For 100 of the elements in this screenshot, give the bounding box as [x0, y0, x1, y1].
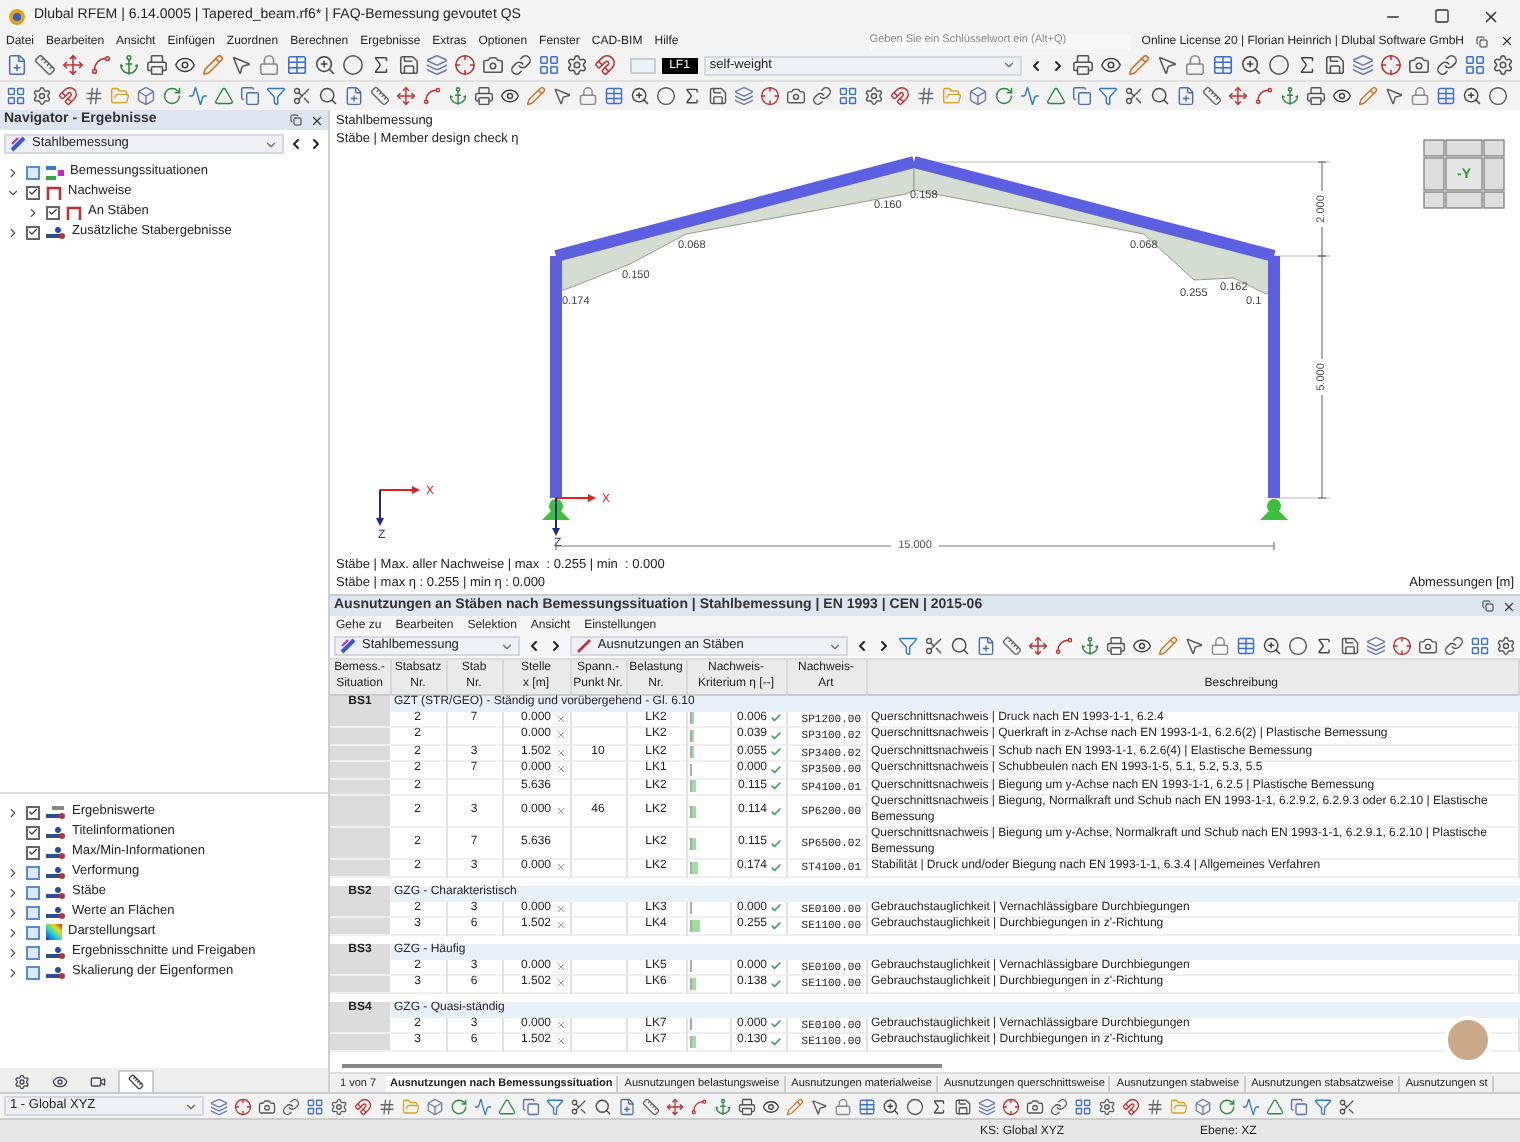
search-icon[interactable]	[318, 86, 338, 106]
checkbox[interactable]	[26, 885, 40, 899]
chevron-right-icon[interactable]	[26, 205, 40, 219]
link-icon[interactable]	[1444, 636, 1464, 656]
printer-icon[interactable]	[1072, 54, 1094, 76]
filter-icon[interactable]	[266, 86, 286, 106]
next-icon[interactable]	[1050, 57, 1066, 73]
settings-icon[interactable]	[32, 86, 52, 106]
chevron-right-icon[interactable]	[6, 225, 20, 239]
chevron-right-icon[interactable]	[6, 805, 20, 819]
triangle-icon[interactable]	[1266, 1097, 1284, 1115]
previous-icon[interactable]	[288, 136, 304, 152]
scissors-icon[interactable]	[292, 86, 312, 106]
magnet-icon[interactable]	[594, 54, 616, 76]
move-icon[interactable]	[396, 86, 416, 106]
next-icon[interactable]	[547, 638, 564, 654]
table-icon[interactable]	[1236, 636, 1256, 656]
move-icon[interactable]	[1028, 636, 1048, 656]
magnet-icon[interactable]	[354, 1097, 372, 1115]
link-icon[interactable]	[1436, 54, 1458, 76]
ruler-icon[interactable]	[642, 1097, 660, 1115]
grid-icon[interactable]	[1464, 54, 1486, 76]
chevron-right-icon[interactable]	[6, 865, 20, 879]
new-file-icon[interactable]	[976, 636, 996, 656]
anchor-icon[interactable]	[714, 1097, 732, 1115]
checkbox[interactable]	[26, 825, 40, 839]
hash-icon[interactable]	[916, 86, 936, 106]
chevron-right-icon[interactable]	[6, 965, 20, 979]
cube-icon[interactable]	[968, 86, 988, 106]
link-icon[interactable]	[510, 54, 532, 76]
printer-icon[interactable]	[474, 86, 494, 106]
anchor-icon[interactable]	[1080, 636, 1100, 656]
settings-icon[interactable]	[330, 1097, 348, 1115]
lock-icon[interactable]	[1410, 86, 1430, 106]
checkbox[interactable]	[26, 905, 40, 919]
camera-icon[interactable]	[258, 1097, 276, 1115]
previous-icon[interactable]	[1028, 57, 1044, 73]
checkbox[interactable]	[26, 165, 40, 179]
crosshair-icon[interactable]	[1392, 636, 1412, 656]
grid-icon[interactable]	[1074, 1097, 1092, 1115]
hash-icon[interactable]	[378, 1097, 396, 1115]
checkbox[interactable]	[26, 965, 40, 979]
link-icon[interactable]	[1050, 1097, 1068, 1115]
next-icon[interactable]	[876, 638, 892, 654]
table-icon[interactable]	[858, 1097, 876, 1115]
pulse-icon[interactable]	[1242, 1097, 1260, 1115]
zoom-in-icon[interactable]	[1462, 86, 1482, 106]
circle-icon[interactable]	[342, 54, 364, 76]
copy-icon[interactable]	[1072, 86, 1092, 106]
camera-icon[interactable]	[1408, 54, 1430, 76]
grid-icon[interactable]	[6, 86, 26, 106]
chevron-right-icon[interactable]	[6, 925, 20, 939]
printer-icon[interactable]	[738, 1097, 756, 1115]
save-icon[interactable]	[398, 54, 420, 76]
triangle-icon[interactable]	[498, 1097, 516, 1115]
close-icon[interactable]	[1500, 34, 1514, 48]
move-icon[interactable]	[62, 54, 84, 76]
checkbox[interactable]	[26, 945, 40, 959]
magnet-icon[interactable]	[1122, 1097, 1140, 1115]
eye-icon[interactable]	[500, 86, 520, 106]
save-icon[interactable]	[708, 86, 728, 106]
new-file-icon[interactable]	[1176, 86, 1196, 106]
sigma-icon[interactable]	[1314, 636, 1334, 656]
chevron-right-icon[interactable]	[6, 885, 20, 899]
checkbox[interactable]	[26, 225, 40, 239]
circle-icon[interactable]	[1268, 54, 1290, 76]
table-icon[interactable]	[1212, 54, 1234, 76]
filter-icon[interactable]	[1314, 1097, 1332, 1115]
pointer-icon[interactable]	[552, 86, 572, 106]
checkbox[interactable]	[46, 205, 60, 219]
settings-icon[interactable]	[14, 1073, 30, 1089]
camera-icon[interactable]	[482, 54, 504, 76]
hash-icon[interactable]	[84, 86, 104, 106]
scissors-icon[interactable]	[924, 636, 944, 656]
cube-icon[interactable]	[1194, 1097, 1212, 1115]
checkbox[interactable]	[26, 845, 40, 859]
new-file-icon[interactable]	[6, 54, 28, 76]
rotate-icon[interactable]	[1218, 1097, 1236, 1115]
layers-icon[interactable]	[978, 1097, 996, 1115]
triangle-icon[interactable]	[214, 86, 234, 106]
search-icon[interactable]	[594, 1097, 612, 1115]
eye-icon[interactable]	[1132, 636, 1152, 656]
layers-icon[interactable]	[1366, 636, 1386, 656]
zoom-in-icon[interactable]	[1240, 54, 1262, 76]
circle-icon[interactable]	[1488, 86, 1508, 106]
table-icon[interactable]	[286, 54, 308, 76]
scrollbar[interactable]	[342, 1064, 942, 1068]
anchor-icon[interactable]	[118, 54, 140, 76]
zoom-in-icon[interactable]	[1262, 636, 1282, 656]
grid-icon[interactable]	[538, 54, 560, 76]
save-icon[interactable]	[1340, 636, 1360, 656]
ruler-icon[interactable]	[128, 1074, 144, 1090]
cube-icon[interactable]	[426, 1097, 444, 1115]
magnet-icon[interactable]	[890, 86, 910, 106]
move-icon[interactable]	[666, 1097, 684, 1115]
pulse-icon[interactable]	[474, 1097, 492, 1115]
lock-icon[interactable]	[1184, 54, 1206, 76]
rotate-icon[interactable]	[994, 86, 1014, 106]
close-icon[interactable]	[310, 113, 324, 127]
restore-icon[interactable]	[1476, 35, 1488, 47]
